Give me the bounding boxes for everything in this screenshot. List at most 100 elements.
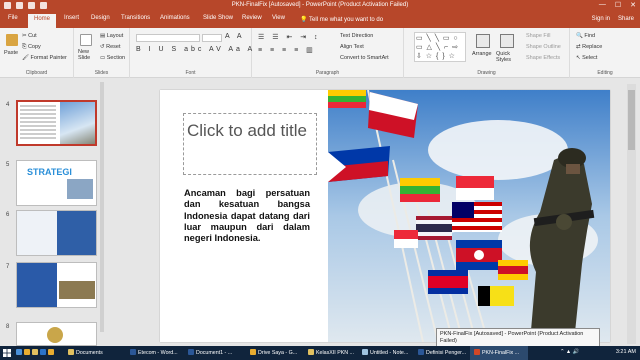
chrome-icon xyxy=(250,349,256,355)
paste-icon[interactable] xyxy=(6,34,18,46)
quick-styles-icon[interactable] xyxy=(500,34,514,48)
title-placeholder-text: Click to add title xyxy=(187,121,307,140)
tab-slide-show[interactable]: Slide Show xyxy=(203,15,233,21)
align-text-button[interactable]: Align Text xyxy=(340,44,364,50)
maximize-button[interactable]: ☐ xyxy=(615,1,621,9)
slide-thumbnail-8[interactable] xyxy=(16,322,97,346)
file-explorer-icon[interactable] xyxy=(32,349,38,355)
notepad-icon xyxy=(362,349,368,355)
close-button[interactable]: ✕ xyxy=(630,1,636,9)
thumb-number-8: 8 xyxy=(6,324,10,330)
thumbnail-scrollbar[interactable] xyxy=(100,82,104,332)
folder-icon xyxy=(308,349,314,355)
font-size-select[interactable] xyxy=(202,34,222,42)
taskbar-item-kelasxii[interactable]: KelasXII PKN ... xyxy=(308,349,354,356)
slide-thumbnail-6[interactable] xyxy=(16,210,97,256)
tab-review[interactable]: Review xyxy=(242,15,262,21)
tab-insert[interactable]: Insert xyxy=(64,15,79,21)
replace-button[interactable]: ⇄ Replace xyxy=(576,44,602,50)
slides-label: Slides xyxy=(94,70,109,76)
shape-outline-button[interactable]: Shape Outline xyxy=(526,44,561,50)
windows-start-icon[interactable] xyxy=(3,349,11,357)
scroll-thumb[interactable] xyxy=(628,90,635,150)
slide-thumbnail-4[interactable] xyxy=(16,100,97,146)
ribbon: Paste ✂ Cut ⎘ Copy 🖌 Format Painter Clip… xyxy=(0,28,640,78)
drawing-label: Drawing xyxy=(477,70,496,76)
title-placeholder[interactable]: Click to add title xyxy=(183,113,317,175)
paragraph-label: Paragraph xyxy=(315,70,340,76)
tab-design[interactable]: Design xyxy=(91,15,110,21)
slide-thumbnail-7[interactable] xyxy=(16,262,97,308)
alignment-icons[interactable]: ≡ ≡ ≡ ≡ ▥ xyxy=(258,46,316,54)
taskbar-item-notepad[interactable]: Untitled - Note... xyxy=(362,349,408,356)
taskbar-item-word-etecom[interactable]: Etecom - Word... xyxy=(130,349,178,356)
select-button[interactable]: ↖ Select xyxy=(576,55,597,61)
taskbar-clock[interactable]: 3:21 AM xyxy=(616,349,636,355)
font-format-icons[interactable]: B I U S abc AV Aa A xyxy=(136,46,255,53)
font-family-select[interactable] xyxy=(136,34,200,42)
word-icon xyxy=(418,349,424,355)
layout-button[interactable]: ▤ Layout xyxy=(100,33,123,39)
tab-view[interactable]: View xyxy=(272,15,285,21)
title-bar: PKN-FinalFix [Autosaved] - PowerPoint (P… xyxy=(0,0,640,12)
tab-file[interactable]: File xyxy=(8,15,18,21)
paste-button[interactable]: Paste xyxy=(4,50,18,56)
copy-button[interactable]: ⎘ Copy xyxy=(22,44,41,51)
tell-me-box[interactable]: 💡 Tell me what you want to do xyxy=(300,16,383,23)
reset-button[interactable]: ↺ Reset xyxy=(100,44,121,50)
thumb-text-lines xyxy=(20,105,56,141)
thumb-number-4: 4 xyxy=(6,102,10,108)
text-direction-button[interactable]: Text Direction xyxy=(340,33,373,39)
list-indent-icons[interactable]: ☰ ☰ ⇤ ⇥ ↕ xyxy=(258,33,321,41)
taskbar-item-definisi[interactable]: Definisi Penger... xyxy=(418,349,466,356)
taskbar-item-documents[interactable]: Documents xyxy=(68,349,103,356)
quick-styles-button[interactable]: Quick Styles xyxy=(496,51,520,63)
thumb-emblem-image xyxy=(47,327,63,343)
taskbar-item-word-document1[interactable]: Document1 - ... xyxy=(188,349,232,356)
section-button[interactable]: ▭ Section xyxy=(100,55,125,61)
tab-home[interactable]: Home xyxy=(28,14,57,28)
find-button[interactable]: 🔍 Find xyxy=(576,33,595,39)
thumb-number-6: 6 xyxy=(6,212,10,218)
shape-effects-button[interactable]: Shape Effects xyxy=(526,55,560,61)
search-icon[interactable] xyxy=(16,349,22,355)
store-icon[interactable] xyxy=(40,349,46,355)
new-slide-button[interactable]: New Slide xyxy=(78,49,98,61)
cut-button[interactable]: ✂ Cut xyxy=(22,33,37,39)
thumb-blue-panel xyxy=(17,263,57,307)
tab-animations[interactable]: Animations xyxy=(160,15,190,21)
ribbon-tabs: File Home Insert Design Transitions Anim… xyxy=(0,12,640,28)
taskbar-item-powerpoint[interactable]: PKN-FinalFix ... xyxy=(474,349,519,356)
slide-body-text[interactable]: Ancaman bagi persatuan dan kesatuan bang… xyxy=(184,188,310,244)
folder-icon xyxy=(68,349,74,355)
windows-taskbar: Documents Etecom - Word... Document1 - .… xyxy=(0,346,640,360)
taskbar-item-chrome-drive[interactable]: Drive Saya - G... xyxy=(250,349,297,356)
share-button[interactable]: Share xyxy=(618,16,634,22)
taskbar-pinned-icons[interactable] xyxy=(16,349,56,356)
thumb-number-5: 5 xyxy=(6,162,10,168)
slide-thumbnail-pane[interactable]: 4 5 STRATEGI 6 7 8 xyxy=(0,78,105,346)
tab-transitions[interactable]: Transitions xyxy=(121,15,150,21)
clipboard-label: Clipboard xyxy=(25,70,48,76)
minimize-button[interactable]: — xyxy=(599,1,606,9)
font-grow-shrink-icons[interactable]: A A xyxy=(225,33,245,40)
arrange-button[interactable]: Arrange xyxy=(472,51,492,57)
group-clipboard: Paste ✂ Cut ⎘ Copy 🖌 Format Painter Clip… xyxy=(0,28,74,78)
convert-smartart-button[interactable]: Convert to SmartArt xyxy=(340,55,389,61)
thumb-left-image xyxy=(17,211,57,255)
shape-fill-button[interactable]: Shape Fill xyxy=(526,33,550,39)
powerpoint-icon xyxy=(474,349,480,355)
chrome-icon[interactable] xyxy=(24,349,30,355)
slide-vertical-scrollbar[interactable] xyxy=(627,84,636,344)
group-paragraph: ☰ ☰ ⇤ ⇥ ↕ ≡ ≡ ≡ ≡ ▥ Text Direction Align… xyxy=(252,28,404,78)
format-painter-button[interactable]: 🖌 Format Painter xyxy=(22,55,67,61)
sign-in-link[interactable]: Sign in xyxy=(592,16,610,22)
thumb-flags-image xyxy=(60,102,95,144)
arrange-icon[interactable] xyxy=(476,34,490,48)
new-slide-icon[interactable] xyxy=(80,34,92,46)
thumb-soldiers-image xyxy=(59,281,95,299)
folder-icon[interactable] xyxy=(48,349,54,355)
slide-thumbnail-5[interactable]: STRATEGI xyxy=(16,160,97,206)
system-tray-icons[interactable]: ⌃ ▲ 🔊 xyxy=(560,349,579,355)
shapes-gallery[interactable]: ▭ ╲ ╲ ▭ ○ ▭ △ ╲ ⌐ ⇨ ⇩ ☆ { } ☆ ⌒ xyxy=(414,32,466,62)
